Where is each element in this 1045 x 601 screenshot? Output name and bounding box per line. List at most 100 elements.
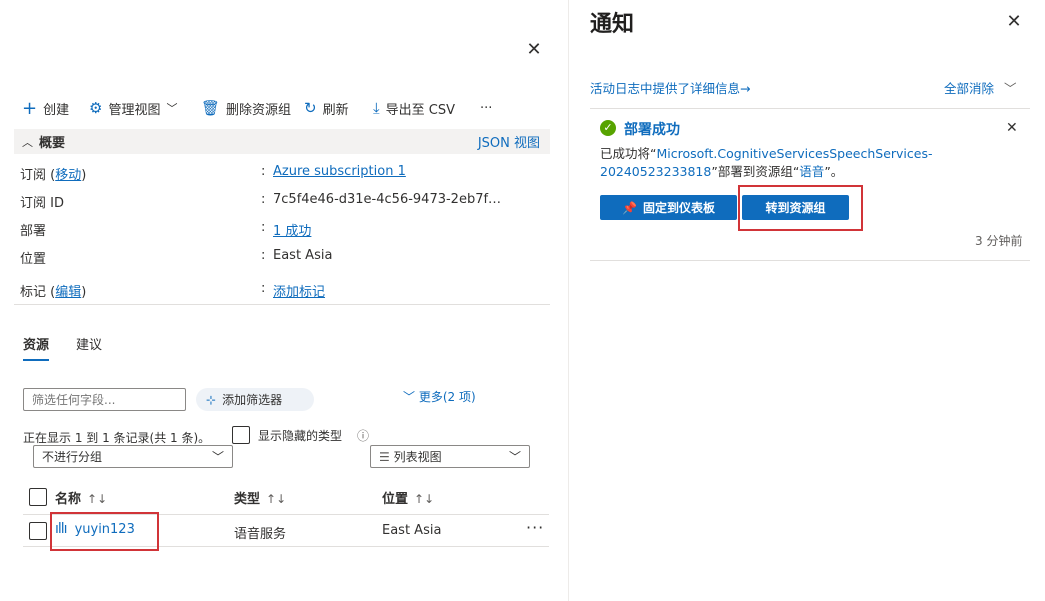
body-suffix: ”。 [824,164,844,179]
filter-input[interactable] [23,388,186,411]
location-label: 位置 [20,252,47,267]
edit-tags-link[interactable]: 编辑 [55,285,81,300]
add-filter-label: 添加筛选器 [222,393,283,407]
notifications-title: 通知 [590,12,635,37]
column-type-label: 类型 [234,492,261,507]
tags-label-suffix: ) [81,285,87,300]
divider [590,260,1030,261]
pin-icon: 📌 [622,200,637,215]
subscription-link[interactable]: Azure subscription 1 [273,164,406,179]
row-checkbox[interactable] [29,522,47,540]
chevron-up-icon: ︿ [22,135,33,149]
dismiss-all-label: 全部消除 [944,81,995,96]
resource-type: 语音服务 [234,527,287,542]
refresh-button[interactable]: ↻ 刷新 [304,97,349,119]
body-middle: ”部署到资源组“ [711,164,800,179]
export-csv-button[interactable]: ⤓ 导出至 CSV [373,97,455,119]
colon: : [261,248,266,263]
move-link[interactable]: 移动 [55,168,81,183]
deployments-link[interactable]: 1 成功 [273,220,311,239]
add-filter-button[interactable]: ⊹ 添加筛选器 [196,388,314,411]
manage-view-label: 管理视图 [108,102,161,118]
resource-group-link[interactable]: 语音 [799,164,824,179]
group-by-dropdown[interactable]: 不进行分组 ﹀ [33,445,233,468]
column-name-label: 名称 [55,492,82,507]
sort-icon: ↑↓ [414,492,435,506]
resource-group-pane: ✕ + 创建 ⚙ 管理视图 ﹀ 🗑 删除资源组 ↻ 刷新 ⤓ 导出至 CSV ·… [0,0,568,601]
export-label: 导出至 CSV [385,102,455,118]
notification-time: 3 分钟前 [975,234,1023,248]
chevron-down-icon: ﹀ [1004,81,1017,96]
notification-heading: 部署成功 [624,122,680,138]
refresh-label: 刷新 [322,102,349,118]
view-mode-dropdown[interactable]: ☰ 列表视图 ﹀ [370,445,530,468]
colon: : [261,220,266,235]
download-icon: ⤓ [373,98,380,117]
deployments-label: 部署 [20,224,47,239]
success-check-icon: ✓ [600,120,616,136]
chevron-down-icon: ﹀ [166,102,178,115]
essentials-title: 概要 [39,136,66,151]
pin-to-dashboard-button[interactable]: 📌 固定到仪表板 [600,195,737,220]
more-actions-button[interactable]: ··· [480,97,492,119]
delete-group-label: 删除资源组 [226,102,292,118]
resource-location: East Asia [382,523,442,538]
highlight-box [738,185,863,231]
activity-log-link[interactable]: 活动日志中提供了详细信息→ [590,78,750,97]
subscription-label: 订阅 (移动) [20,164,86,183]
tab-resources[interactable]: 资源 [23,334,50,361]
chevron-down-icon: ﹀ [508,450,521,464]
column-location-label: 位置 [382,492,409,507]
colon: : [261,164,266,179]
dismiss-all-button[interactable]: 全部消除 ﹀ [944,78,1017,97]
subscription-id-label: 订阅 ID [20,196,64,211]
column-header-name[interactable]: 名称 ↑↓ [55,488,107,507]
create-label: 创建 [43,102,70,118]
sort-icon: ↑↓ [87,492,108,506]
location-value: East Asia [273,248,333,263]
json-view-link[interactable]: JSON 视图 [478,132,540,151]
show-hidden-types-checkbox[interactable] [232,426,250,444]
create-button[interactable]: + 创建 [22,97,69,119]
add-tags-link[interactable]: 添加标记 [273,281,325,300]
colon: : [261,281,266,296]
refresh-icon: ↻ [304,98,317,117]
sort-icon: ↑↓ [266,492,287,506]
essentials-header[interactable]: ︿ 概要 JSON 视图 [14,129,550,154]
filter-add-icon: ⊹ [206,392,217,407]
body-prefix: 已成功将“ [600,146,657,161]
chevron-down-icon: ﹀ [211,450,224,464]
notification-body: 已成功将“Microsoft.CognitiveServicesSpeechSe… [600,145,1000,181]
show-hidden-types-label: 显示隐藏的类型 [258,429,343,443]
tags-label: 标记 (编辑) [20,281,86,300]
more-filters-label: 更多(2 项) [418,390,476,404]
delete-resource-group-button[interactable]: 🗑 删除资源组 [201,97,291,119]
subscription-label-suffix: ) [81,168,87,183]
divider [14,304,550,305]
tags-label-prefix: 标记 ( [20,285,56,300]
view-mode-value: 列表视图 [393,450,442,464]
column-header-type[interactable]: 类型 ↑↓ [234,488,286,507]
subscription-label-prefix: 订阅 ( [20,168,56,183]
close-icon[interactable]: ✕ [524,40,544,60]
info-icon[interactable]: ⓘ [357,427,369,444]
records-count-text: 正在显示 1 到 1 条记录(共 1 条)。 [23,431,211,445]
select-all-checkbox[interactable] [29,488,47,506]
more-icon: ··· [480,100,493,116]
gear-icon: ⚙ [89,98,103,117]
divider [590,108,1030,109]
more-filters-link[interactable]: ﹀ 更多(2 项) [403,388,476,405]
group-by-value: 不进行分组 [42,450,103,464]
notification-close-icon[interactable]: ✕ [1006,120,1018,136]
highlight-box [50,512,159,551]
close-icon[interactable]: ✕ [1004,12,1024,32]
column-header-location[interactable]: 位置 ↑↓ [382,488,434,507]
manage-view-button[interactable]: ⚙ 管理视图 ﹀ [89,97,177,119]
plus-icon: + [22,97,38,119]
pin-button-label: 固定到仪表板 [642,201,715,215]
chevron-down-icon: ﹀ [403,390,416,404]
tab-recommendations[interactable]: 建议 [76,334,102,359]
trash-icon: 🗑 [201,98,221,117]
row-more-icon[interactable]: ··· [526,518,544,537]
list-icon: ☰ [379,450,394,464]
